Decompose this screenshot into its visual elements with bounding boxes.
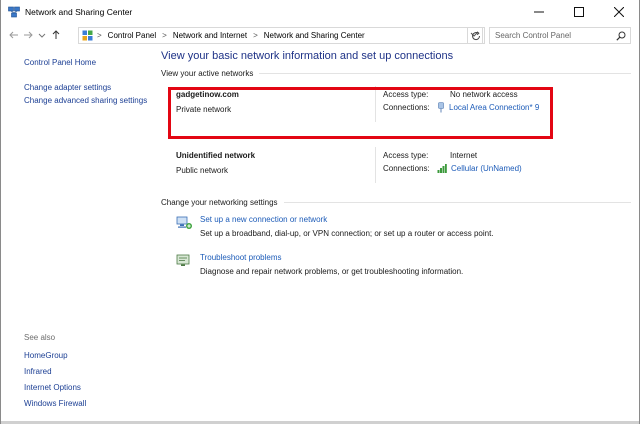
signal-bars-icon [437,163,447,173]
connection-name[interactable]: Local Area Connection* 9 [449,103,539,112]
network-type-link[interactable]: Public network [176,166,228,175]
connection-link-local-area[interactable]: Local Area Connection* 9 [437,102,539,113]
breadcrumb-separator: > [162,31,167,40]
task-new-connection: Set up a new connection or network Set u… [161,213,631,251]
sidebar-link-change-advanced-sharing[interactable]: Change advanced sharing settings [24,96,149,106]
active-networks-header: View your active networks [161,69,631,78]
search-icon [616,31,626,41]
sidebar-link-control-panel-home[interactable]: Control Panel Home [24,58,149,68]
search-input[interactable] [495,28,615,43]
search-button[interactable] [616,31,626,43]
refresh-button[interactable] [467,27,485,44]
task-description: Set up a broadband, dial-up, or VPN conn… [200,229,494,238]
network-name: Unidentified network [176,151,256,160]
see-also-link-homegroup[interactable]: HomeGroup [24,351,86,361]
troubleshoot-icon [175,253,193,271]
network-name: gadgetinow.com [176,90,239,99]
network-center-icon [8,6,20,18]
new-connection-icon [175,215,193,233]
connection-name[interactable]: Cellular (UnNamed) [451,164,522,173]
connections-label: Connections: [383,103,430,112]
main-content: View your basic network information and … [161,50,631,289]
network-sharing-center-window: Network and Sharing Center > Control Pan… [0,0,640,424]
close-icon [614,7,624,17]
network-entry-public: Unidentified network Public network Acce… [161,145,631,189]
access-type-label: Access type: [383,90,429,99]
breadcrumb-network-internet[interactable]: Network and Internet [173,31,247,40]
forward-button[interactable] [21,26,35,44]
sidebar: Control Panel Home Change adapter settin… [24,58,149,106]
maximize-button[interactable] [559,0,599,24]
access-type-value: No network access [450,90,518,99]
change-settings-label: Change your networking settings [161,198,278,207]
access-type-label: Access type: [383,151,429,160]
ethernet-icon [437,102,445,113]
maximize-icon [574,7,584,17]
connections-label: Connections: [383,164,430,173]
sidebar-link-change-adapter-settings[interactable]: Change adapter settings [24,83,149,93]
back-arrow-icon [9,31,18,39]
network-divider [375,86,376,122]
minimize-button[interactable] [519,0,559,24]
refresh-icon [472,30,481,40]
back-button[interactable] [7,26,21,44]
window-controls [519,0,639,24]
active-networks-label: View your active networks [161,69,254,78]
page-heading: View your basic network information and … [161,50,454,62]
up-button[interactable] [49,26,63,44]
see-also-section: See also HomeGroup Infrared Internet Opt… [24,333,86,415]
section-divider [283,202,631,203]
address-bar[interactable]: > Control Panel > Network and Internet >… [78,27,483,44]
breadcrumb-separator: > [97,31,102,40]
see-also-link-infrared[interactable]: Infrared [24,367,86,377]
task-troubleshoot: Troubleshoot problems Diagnose and repai… [161,251,631,289]
minimize-icon [534,11,544,13]
network-divider [375,147,376,183]
breadcrumb-network-sharing-center[interactable]: Network and Sharing Center [264,31,365,40]
setup-new-connection-link[interactable]: Set up a new connection or network [200,215,327,224]
search-box[interactable] [489,27,631,44]
title-bar: Network and Sharing Center [1,0,639,24]
network-type-link[interactable]: Private network [176,105,231,114]
see-also-link-windows-firewall[interactable]: Windows Firewall [24,399,86,409]
navigation-bar: > Control Panel > Network and Internet >… [1,24,639,46]
recent-locations-button[interactable] [35,26,49,44]
breadcrumb-control-panel[interactable]: Control Panel [108,31,156,40]
forward-arrow-icon [24,31,33,39]
connection-link-cellular[interactable]: Cellular (UnNamed) [437,163,522,173]
troubleshoot-problems-link[interactable]: Troubleshoot problems [200,253,282,262]
task-description: Diagnose and repair network problems, or… [200,267,464,276]
chevron-down-icon [38,33,46,38]
access-type-value: Internet [450,151,478,160]
change-settings-header: Change your networking settings [161,198,631,207]
see-also-title: See also [24,333,56,342]
window-title: Network and Sharing Center [25,7,133,17]
section-divider [259,73,631,74]
control-panel-icon [82,30,93,41]
up-arrow-icon [52,30,60,39]
see-also-link-internet-options[interactable]: Internet Options [24,383,86,393]
network-entry-private: gadgetinow.com Private network Access ty… [161,84,631,128]
close-button[interactable] [599,0,639,24]
breadcrumb-separator: > [253,31,258,40]
